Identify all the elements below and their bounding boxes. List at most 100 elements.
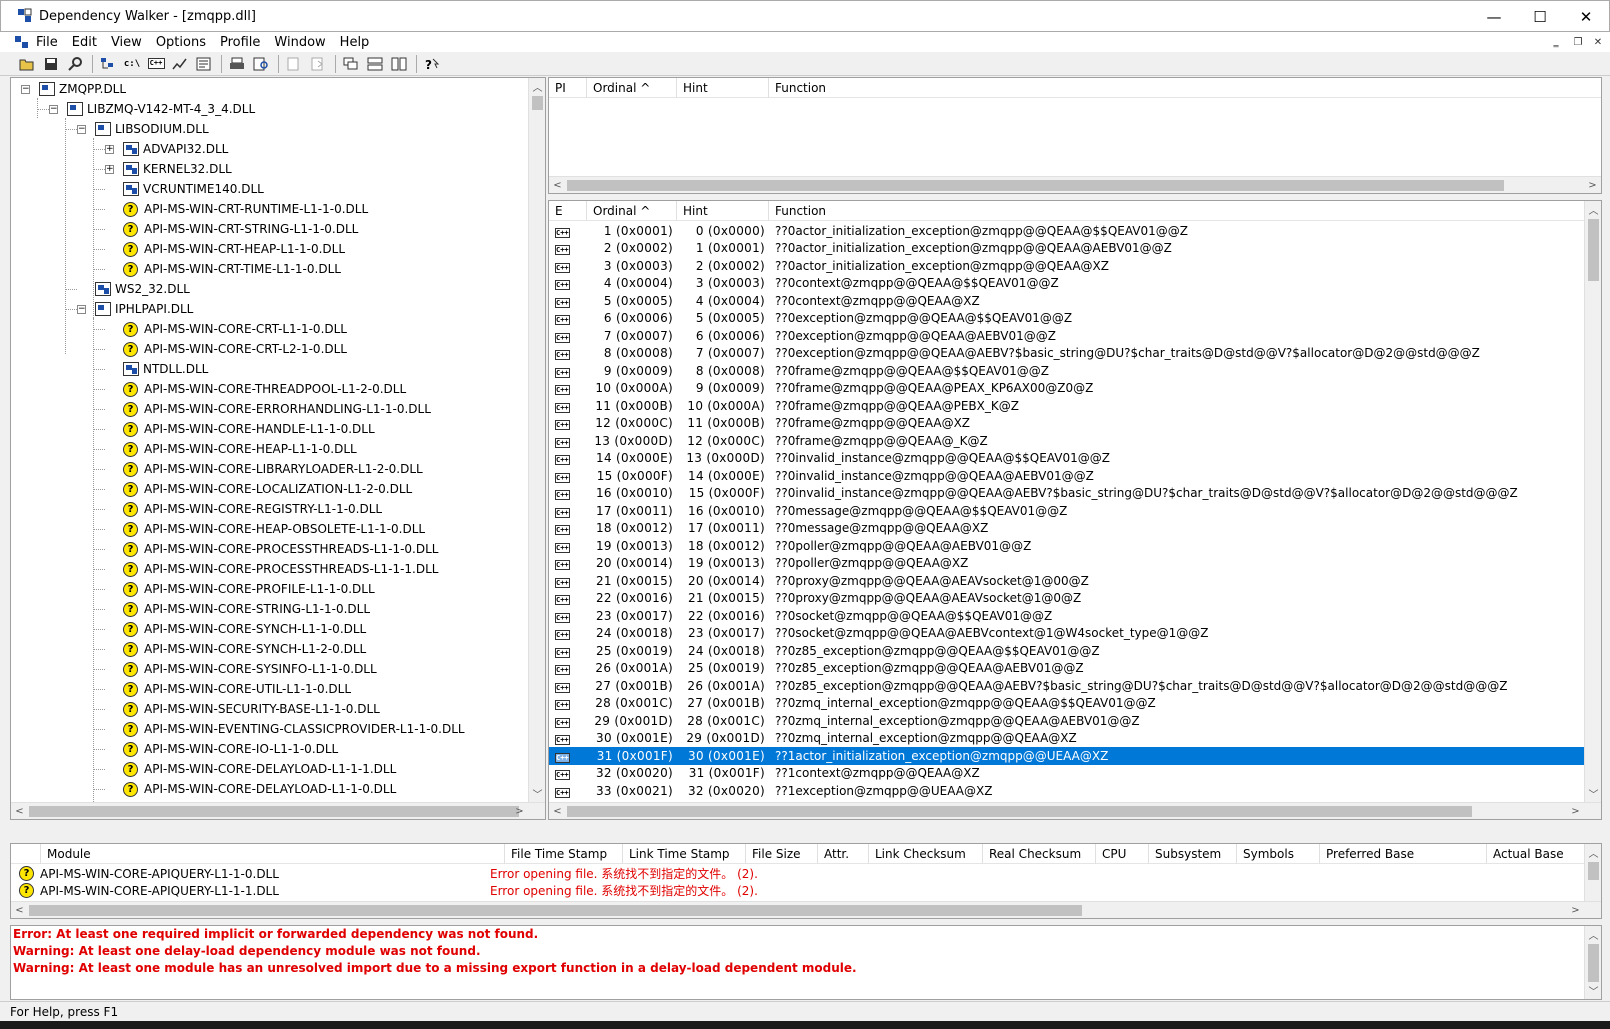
table-row[interactable]: C++ 23 (0x0017) 22 (0x0016) ??0socket@zmqpp… — [549, 607, 1586, 625]
tree-node[interactable]: ? API-MS-WIN-EVENTING-CLASSICPROVIDER-L1-… — [123, 720, 465, 738]
scroll-thumb[interactable] — [567, 180, 1504, 191]
table-row[interactable]: C++ 25 (0x0019) 24 (0x0018) ??0z85_exceptio… — [549, 642, 1586, 660]
modules-vertical-scrollbar[interactable]: ︿ — [1584, 844, 1601, 901]
menu-file[interactable]: File — [36, 35, 58, 50]
tree-node[interactable]: ? API-MS-WIN-CORE-IO-L1-1-0.DLL — [123, 740, 338, 758]
chart-icon[interactable] — [169, 54, 191, 74]
table-row[interactable]: C++ 5 (0x0005) 4 (0x0004) ??0context@zmqpp@… — [549, 292, 1586, 310]
table-row[interactable]: C++ 18 (0x0012) 17 (0x0011) ??0message@zmqp… — [549, 520, 1586, 538]
cascade-icon[interactable] — [340, 54, 362, 74]
table-row[interactable]: C++ 6 (0x0006) 5 (0x0005) ??0exception@zmqp… — [549, 310, 1586, 328]
column-hint[interactable]: Hint — [677, 78, 769, 98]
scroll-left-icon[interactable]: < — [11, 902, 28, 918]
menu-edit[interactable]: Edit — [72, 35, 97, 50]
table-row[interactable]: C++ 15 (0x000F) 14 (0x000E) ??0invalid_inst… — [549, 467, 1586, 485]
prev-icon[interactable] — [283, 54, 305, 74]
table-row[interactable]: C++ 1 (0x0001) 0 (0x0000) ??0actor_initiali… — [549, 222, 1586, 240]
find-text-icon[interactable] — [250, 54, 272, 74]
next-icon[interactable] — [307, 54, 329, 74]
log-vertical-scrollbar[interactable]: ︿ ﹀ — [1584, 926, 1601, 999]
scroll-thumb[interactable] — [1588, 219, 1599, 281]
tree-node[interactable]: ADVAPI32.DLL — [123, 140, 228, 158]
collapse-icon[interactable]: − — [49, 105, 58, 114]
tree-node[interactable]: ? API-MS-WIN-CORE-HEAP-OBSOLETE-L1-1-0.DL… — [123, 520, 425, 538]
scroll-left-icon[interactable]: < — [549, 177, 566, 193]
column-module[interactable]: Module — [41, 844, 505, 864]
save-icon[interactable] — [40, 54, 62, 74]
table-row[interactable]: C++ 20 (0x0014) 19 (0x0013) ??0poller@zmqpp… — [549, 555, 1586, 573]
maximize-button[interactable]: ☐ — [1517, 1, 1563, 32]
collapse-icon[interactable]: − — [77, 125, 86, 134]
scroll-right-icon[interactable]: > — [1584, 177, 1601, 193]
scroll-thumb[interactable] — [29, 905, 1082, 916]
column-ordinal[interactable]: Ordinal ^ — [587, 201, 677, 221]
modules-horizontal-scrollbar[interactable]: < > — [11, 901, 1601, 918]
full-path-button[interactable]: c:\ — [121, 54, 143, 74]
tree-node[interactable]: ? API-MS-WIN-CORE-DELAYLOAD-L1-1-1.DLL — [123, 760, 396, 778]
close-button[interactable]: ✕ — [1563, 1, 1609, 32]
table-row[interactable]: C++ 22 (0x0016) 21 (0x0015) ??0proxy@zmqpp@… — [549, 590, 1586, 608]
scroll-up-icon[interactable]: ︿ — [529, 78, 545, 95]
tree-node[interactable]: ? API-MS-WIN-CRT-HEAP-L1-1-0.DLL — [123, 240, 345, 258]
scroll-thumb[interactable] — [29, 806, 519, 817]
scroll-right-icon[interactable]: > — [1567, 803, 1584, 819]
tree-node[interactable]: ? API-MS-WIN-CORE-HANDLE-L1-1-0.DLL — [123, 420, 375, 438]
scroll-down-icon[interactable]: ﹀ — [1585, 982, 1601, 999]
scroll-up-icon[interactable]: ︿ — [1585, 201, 1601, 218]
open-icon[interactable] — [16, 54, 38, 74]
tree-node[interactable]: ? API-MS-WIN-CORE-SYNCH-L1-1-0.DLL — [123, 620, 366, 638]
column-symbols[interactable]: Symbols — [1237, 844, 1320, 864]
tree-node[interactable]: VCRUNTIME140.DLL — [123, 180, 264, 198]
collapse-icon[interactable]: − — [21, 85, 30, 94]
tree-vertical-scrollbar[interactable]: ︿ ﹀ — [528, 78, 545, 802]
tree-node[interactable]: ? API-MS-WIN-CORE-PROFILE-L1-1-0.DLL — [123, 580, 375, 598]
table-row[interactable]: C++ 4 (0x0004) 3 (0x0003) ??0context@zmqpp@… — [549, 275, 1586, 293]
tree-node[interactable]: ? API-MS-WIN-CORE-LIBRARYLOADER-L1-2-0.DL… — [123, 460, 423, 478]
scroll-left-icon[interactable]: < — [11, 803, 28, 819]
table-row[interactable]: C++ 13 (0x000D) 12 (0x000C) ??0frame@zmqpp@… — [549, 432, 1586, 450]
print-icon[interactable] — [226, 54, 248, 74]
table-row[interactable]: C++ 12 (0x000C) 11 (0x000B) ??0frame@zmqpp@… — [549, 415, 1586, 433]
table-row[interactable]: C++ 9 (0x0009) 8 (0x0008) ??0frame@zmqpp@@Q… — [549, 362, 1586, 380]
column-function[interactable]: Function — [769, 78, 1601, 98]
table-row[interactable]: C++ 24 (0x0018) 23 (0x0017) ??0socket@zmqpp… — [549, 625, 1586, 643]
cpp-undecorate-button[interactable]: C++ — [145, 54, 167, 74]
table-row[interactable]: C++ 28 (0x001C) 27 (0x001B) ??0zmq_internal… — [549, 695, 1586, 713]
tree-node[interactable]: ? API-MS-WIN-CORE-STRING-L1-1-0.DLL — [123, 600, 370, 618]
mdi-minimize-button[interactable]: ‗ — [1546, 34, 1566, 50]
column-file-time-stamp[interactable]: File Time Stamp — [505, 844, 623, 864]
mdi-restore-button[interactable]: ❐ — [1568, 34, 1588, 50]
properties-icon[interactable] — [193, 54, 215, 74]
menu-options[interactable]: Options — [156, 35, 206, 50]
tree-horizontal-scrollbar[interactable]: < > — [11, 802, 545, 819]
minimize-button[interactable]: — — [1471, 1, 1517, 32]
scroll-thumb[interactable] — [567, 806, 1472, 817]
tree-node[interactable]: NTDLL.DLL — [123, 360, 208, 378]
column-ordinal[interactable]: Ordinal ^ — [587, 78, 677, 98]
tree-node[interactable]: WS2_32.DLL — [95, 280, 190, 298]
table-row[interactable]: C++ 27 (0x001B) 26 (0x001A) ??0z85_exceptio… — [549, 677, 1586, 695]
column-pi[interactable]: PI — [549, 78, 587, 98]
scroll-left-icon[interactable]: < — [549, 803, 566, 819]
table-row[interactable]: C++ 17 (0x0011) 16 (0x0010) ??0message@zmqp… — [549, 502, 1586, 520]
table-row[interactable]: C++ 26 (0x001A) 25 (0x0019) ??0z85_exceptio… — [549, 660, 1586, 678]
scroll-up-icon[interactable]: ︿ — [1585, 844, 1601, 861]
tree-node[interactable]: ? API-MS-WIN-CORE-LOCALIZATION-L1-2-0.DLL — [123, 480, 412, 498]
column-cpu[interactable]: CPU — [1096, 844, 1149, 864]
tree-node[interactable]: ? API-MS-WIN-CORE-REGISTRY-L1-1-0.DLL — [123, 500, 382, 518]
column-attr[interactable]: Attr. — [818, 844, 869, 864]
table-row[interactable]: C++ 21 (0x0015) 20 (0x0014) ??0proxy@zmqpp@… — [549, 572, 1586, 590]
tree-node[interactable]: ? API-MS-WIN-CRT-TIME-L1-1-0.DLL — [123, 260, 341, 278]
column-file-size[interactable]: File Size — [746, 844, 818, 864]
table-row[interactable]: C++ 2 (0x0002) 1 (0x0001) ??0actor_initiali… — [549, 240, 1586, 258]
column-e[interactable]: E — [549, 201, 587, 221]
table-row[interactable]: ? API-MS-WIN-CORE-APIQUERY-L1-1-0.DLL Erro… — [11, 865, 758, 882]
column-function[interactable]: Function — [769, 201, 1586, 221]
tile-horizontal-icon[interactable] — [364, 54, 386, 74]
table-row[interactable]: C++ 30 (0x001E) 29 (0x001D) ??0zmq_internal… — [549, 730, 1586, 748]
column-link-checksum[interactable]: Link Checksum — [869, 844, 983, 864]
mdi-close-button[interactable]: ✕ — [1588, 34, 1608, 50]
menu-window[interactable]: Window — [274, 35, 325, 50]
column-real-checksum[interactable]: Real Checksum — [983, 844, 1096, 864]
column-preferred-base[interactable]: Preferred Base — [1320, 844, 1487, 864]
